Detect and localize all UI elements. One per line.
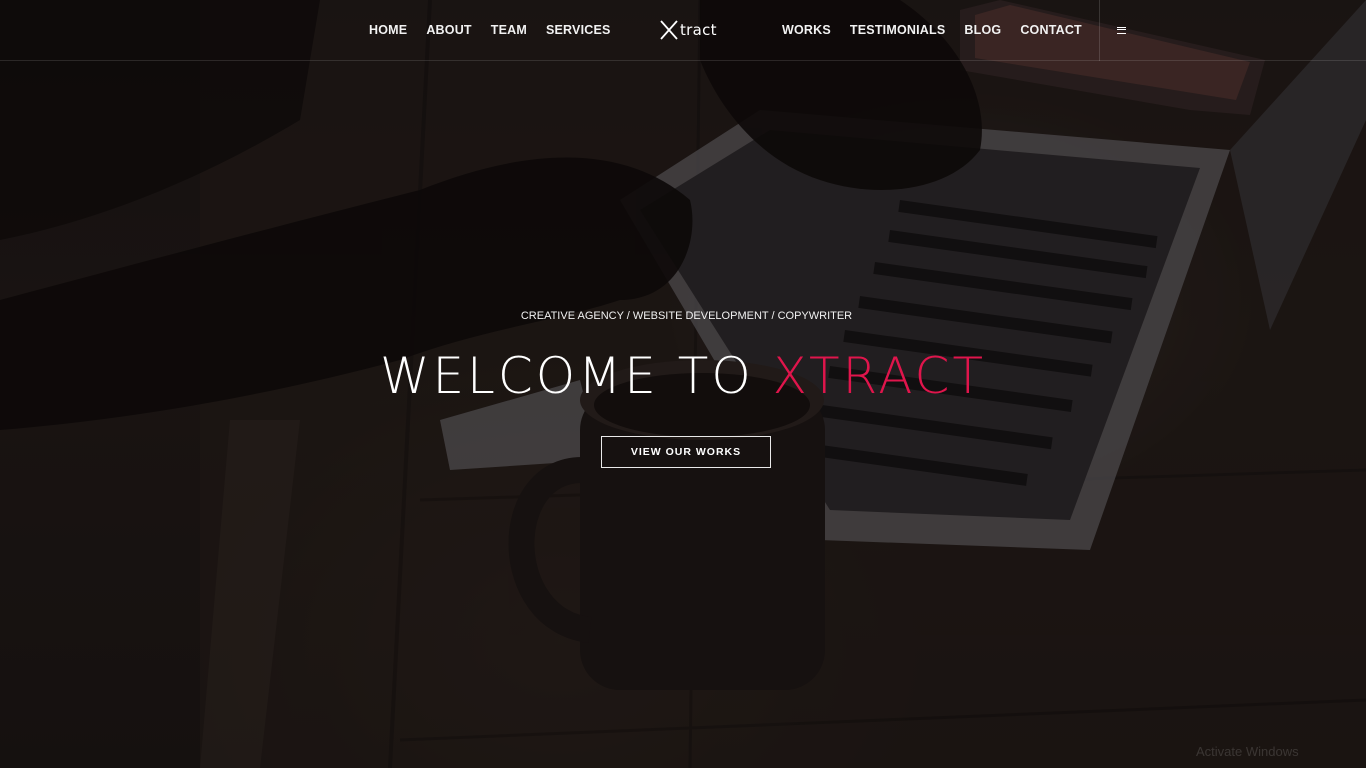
hero-section: CREATIVE AGENCY / WEBSITE DEVELOPMENT / … [0, 0, 1366, 768]
nav-link-testimonials[interactable]: TESTIMONIALS [850, 23, 945, 37]
nav-link-blog[interactable]: BLOG [964, 23, 1001, 37]
nav-link-contact[interactable]: CONTACT [1020, 23, 1082, 37]
nav-right-group: WORKS TESTIMONIALS BLOG CONTACT [782, 0, 1101, 60]
hero-tagline: CREATIVE AGENCY / WEBSITE DEVELOPMENT / … [520, 310, 853, 322]
hero-headline: WELCOME TO XTRACT [0, 346, 1366, 406]
headline-accent: XTRACT [772, 347, 986, 405]
headline-prefix: WELCOME TO [380, 347, 773, 405]
view-our-works-button[interactable]: VIEW OUR WORKS [601, 436, 771, 468]
nav-link-team[interactable]: TEAM [491, 23, 527, 37]
nav-link-home[interactable]: HOME [369, 23, 407, 37]
logo-x-icon [660, 20, 678, 40]
nav-link-works[interactable]: WORKS [782, 23, 831, 37]
nav-link-about[interactable]: ABOUT [426, 23, 471, 37]
main-navbar: HOME ABOUT TEAM SERVICES tract WORKS TES… [0, 0, 1366, 61]
nav-divider [1099, 0, 1100, 61]
hamburger-menu-icon [1116, 26, 1126, 34]
activate-windows-watermark: Activate Windows [1196, 744, 1299, 759]
logo-text: tract [680, 21, 717, 39]
menu-toggle-button[interactable] [1110, 20, 1132, 40]
nav-left-group: HOME ABOUT TEAM SERVICES [369, 0, 630, 60]
site-logo[interactable]: tract [659, 18, 717, 42]
nav-link-services[interactable]: SERVICES [546, 23, 611, 37]
